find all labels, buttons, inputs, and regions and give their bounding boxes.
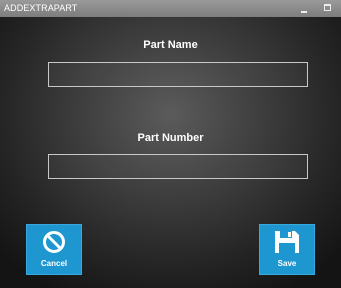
floppy-disk-icon [260,230,314,254]
minimize-icon [301,10,307,13]
cancel-button[interactable]: Cancel [26,224,82,275]
save-label: Save [277,259,297,268]
minimize-button[interactable] [293,0,315,17]
part-number-label: Part Number [137,132,204,144]
part-name-input[interactable] [48,62,308,87]
save-button[interactable]: Save [259,224,315,275]
part-number-input[interactable] [48,154,308,179]
title-bar[interactable]: ADDEXTRAPART [0,0,341,17]
maximize-button[interactable] [316,0,338,17]
cancel-label: Cancel [40,259,68,268]
cancel-icon [27,230,81,254]
part-name-label: Part Name [143,39,198,51]
form-panel: Part Name Part Number Cancel Save [0,17,341,288]
add-extra-part-window: ADDEXTRAPART Part Name Part Number Cance… [0,0,341,288]
window-title: ADDEXTRAPART [4,3,78,13]
maximize-icon [323,3,331,11]
